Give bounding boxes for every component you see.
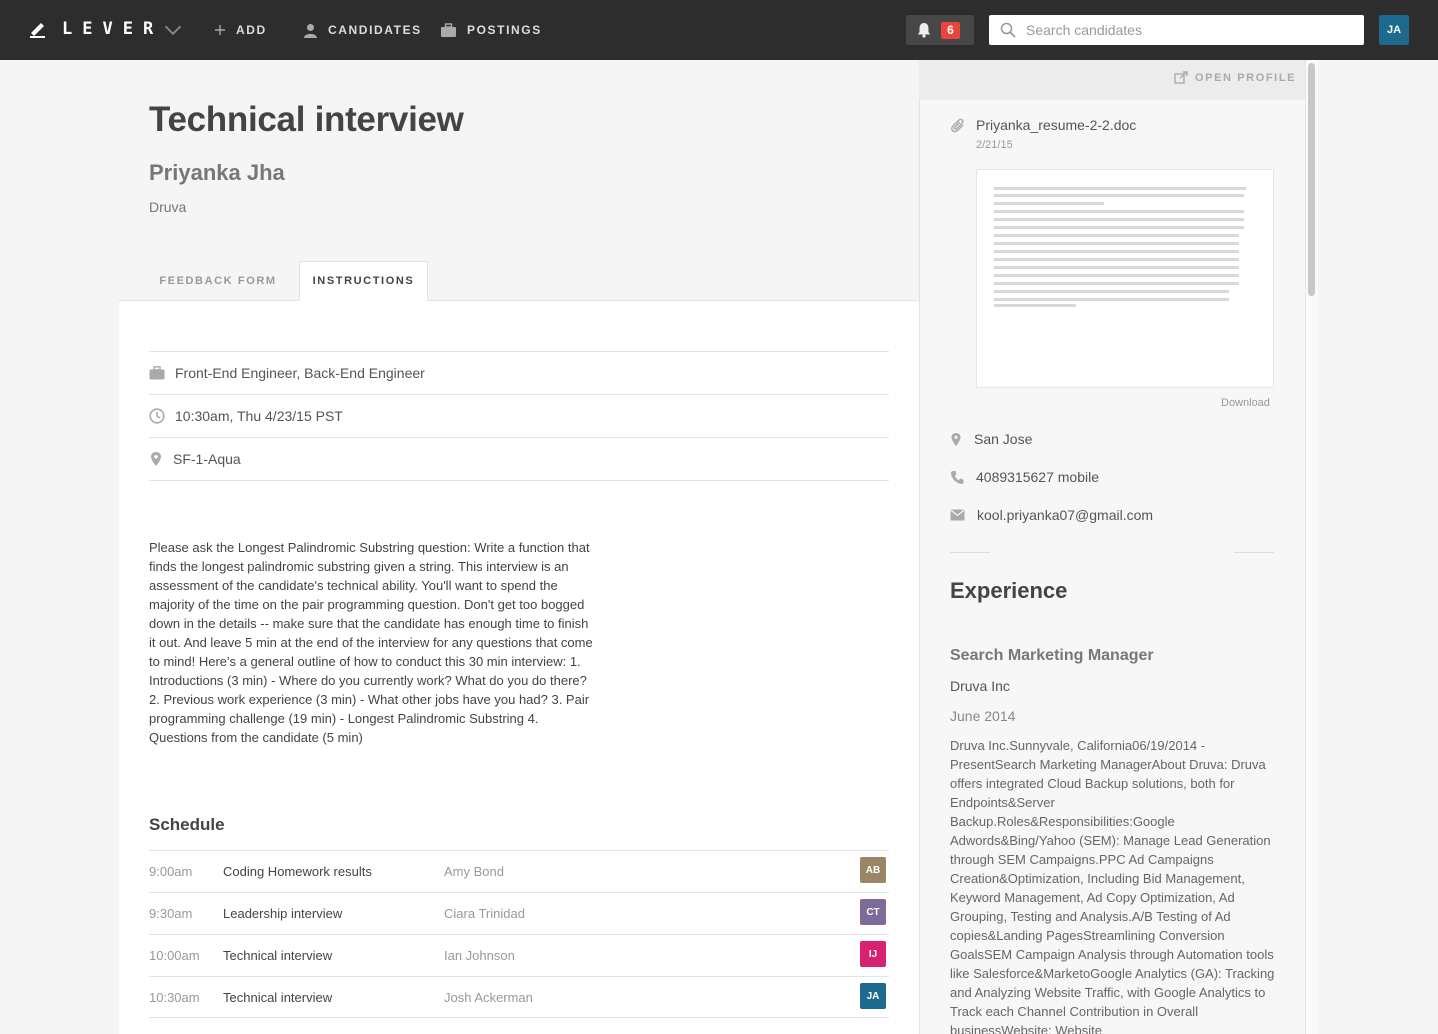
schedule-row[interactable]: 10:30am Technical interview Josh Ackerma…: [149, 976, 889, 1018]
user-avatar[interactable]: JA: [1379, 15, 1409, 45]
person-icon: [304, 23, 317, 38]
tab-instructions[interactable]: INSTRUCTIONS: [299, 261, 428, 301]
interview-time: 10:30am, Thu 4/23/15 PST: [175, 408, 343, 424]
experience-company: Druva Inc: [950, 678, 1010, 694]
candidate-company: Druva: [149, 199, 187, 215]
interviewer-avatar: JA: [860, 983, 886, 1009]
top-navigation-bar: LEVER ADD CANDIDATES POSTINGS 6 Search c…: [0, 0, 1438, 60]
info-row-time: 10:30am, Thu 4/23/15 PST: [149, 394, 889, 437]
schedule-row[interactable]: 9:00am Coding Homework results Amy Bond …: [149, 850, 889, 892]
schedule-interview-title: Technical interview: [223, 948, 333, 963]
briefcase-icon: [441, 22, 456, 37]
interviewer-avatar: IJ: [860, 941, 886, 967]
interview-location: SF-1-Aqua: [173, 451, 241, 467]
schedule-interview-title: Coding Homework results: [223, 864, 372, 879]
logo-text: LEVER: [62, 19, 164, 39]
open-profile-label: OPEN PROFILE: [1195, 71, 1297, 84]
schedule-time: 10:30am: [149, 990, 200, 1005]
candidate-phone[interactable]: 4089315627 mobile: [976, 469, 1099, 485]
experience-date: June 2014: [950, 708, 1016, 724]
contact-email: kool.priyanka07@gmail.com: [950, 507, 1153, 523]
candidate-name[interactable]: Priyanka Jha: [149, 160, 285, 186]
lever-logo[interactable]: LEVER: [28, 18, 182, 40]
notifications-button[interactable]: 6: [906, 15, 974, 45]
schedule-time: 9:00am: [149, 864, 193, 879]
schedule-interviewer: Ian Johnson: [444, 948, 515, 963]
page-title: Technical interview: [149, 100, 464, 139]
schedule-time: 9:30am: [149, 906, 193, 921]
instructions-text: Please ask the Longest Palindromic Subst…: [149, 540, 593, 745]
nav-candidates[interactable]: CANDIDATES: [303, 21, 422, 39]
search-icon: [1000, 22, 1016, 38]
open-profile-link[interactable]: OPEN PROFILE: [1174, 71, 1296, 84]
nav-add-label: ADD: [236, 23, 267, 37]
location-pin-icon: [951, 432, 961, 446]
briefcase-icon: [149, 366, 165, 380]
email-icon: [950, 509, 965, 521]
sidebar-scrollbar-thumb[interactable]: [1308, 63, 1315, 296]
paperclip-icon: [951, 118, 964, 133]
schedule-row[interactable]: 10:00am Technical interview Ian Johnson …: [149, 934, 889, 976]
candidate-location: San Jose: [974, 431, 1033, 447]
nav-candidates-label: CANDIDATES: [328, 23, 422, 37]
chevron-down-icon[interactable]: [163, 20, 183, 40]
info-row-postings: Front-End Engineer, Back-End Engineer: [149, 351, 889, 394]
resume-filename[interactable]: Priyanka_resume-2-2.doc: [976, 117, 1136, 133]
interviewer-avatar: AB: [860, 857, 886, 883]
search-bar: [989, 15, 1364, 45]
schedule-interviewer: Ciara Trinidad: [444, 906, 525, 921]
contact-location: San Jose: [950, 431, 1032, 447]
lever-logo-icon: [30, 23, 45, 38]
nav-add[interactable]: ADD: [214, 21, 267, 39]
notification-count-badge: 6: [941, 21, 960, 39]
resume-preview[interactable]: [976, 169, 1274, 388]
clock-icon: [149, 408, 165, 424]
plus-icon: [215, 25, 225, 35]
tab-feedback-form[interactable]: FEEDBACK FORM: [149, 261, 287, 301]
schedule-interviewer: Amy Bond: [444, 864, 504, 879]
experience-job-title: Search Marketing Manager: [950, 647, 1154, 664]
candidate-email[interactable]: kool.priyanka07@gmail.com: [977, 507, 1153, 523]
interviewer-avatar: CT: [860, 899, 886, 925]
schedule-interviewer: Josh Ackerman: [444, 990, 533, 1005]
bell-icon: [918, 23, 930, 38]
schedule-interview-title: Technical interview: [223, 990, 333, 1005]
nav-postings-label: POSTINGS: [467, 23, 542, 37]
resume-date: 2/21/15: [976, 139, 1013, 151]
location-pin-icon: [151, 452, 161, 466]
divider: [149, 480, 889, 481]
download-link[interactable]: Download: [1221, 397, 1270, 409]
experience-description: Druva Inc.Sunnyvale, California06/19/201…: [950, 738, 1275, 1034]
divider: [1234, 552, 1274, 553]
schedule-interview-title: Leadership interview: [223, 906, 343, 921]
phone-icon: [950, 470, 964, 484]
external-link-icon: [1174, 71, 1188, 84]
schedule-time: 10:00am: [149, 948, 200, 963]
nav-postings[interactable]: POSTINGS: [440, 21, 542, 39]
contact-phone: 4089315627 mobile: [950, 469, 1099, 485]
schedule-row[interactable]: 9:30am Leadership interview Ciara Trinid…: [149, 892, 889, 934]
search-input[interactable]: [1026, 22, 1346, 38]
postings-text: Front-End Engineer, Back-End Engineer: [175, 365, 425, 381]
schedule-title: Schedule: [149, 815, 225, 834]
divider: [950, 552, 990, 553]
experience-heading: Experience: [950, 578, 1068, 603]
info-row-location: SF-1-Aqua: [149, 437, 889, 480]
